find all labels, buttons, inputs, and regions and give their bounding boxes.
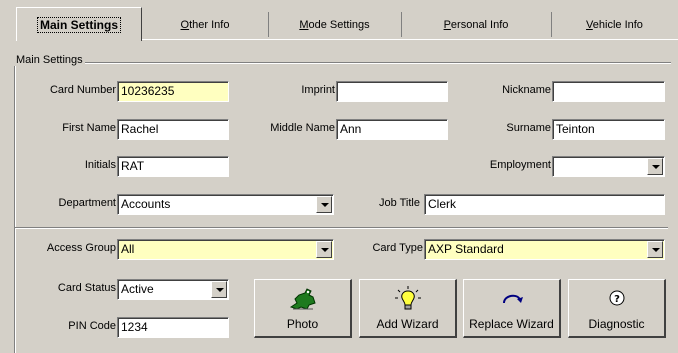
question-icon: ? <box>569 285 664 313</box>
access-group-label: Access Group <box>46 242 116 254</box>
card-status-select[interactable]: Active <box>117 279 229 300</box>
pin-code-label: PIN Code <box>68 320 116 332</box>
tab-personal-info[interactable]: Personal Info <box>401 10 551 40</box>
initials-field[interactable]: RAT <box>117 156 229 177</box>
tab-mode-settings[interactable]: Mode Settings <box>268 10 401 40</box>
first-name-field[interactable]: Rachel <box>117 119 229 140</box>
tab-label: Other Info <box>180 19 230 31</box>
department-label: Department <box>58 197 116 209</box>
lightbulb-icon <box>360 285 455 313</box>
tab-label: Main Settings <box>36 17 121 33</box>
initials-label: Initials <box>84 159 116 171</box>
access-group-select[interactable]: All <box>117 239 334 260</box>
group-title: Main Settings <box>14 54 85 66</box>
card-type-label: Card Type <box>372 242 423 254</box>
replace-wizard-button-label: Replace Wizard <box>469 317 554 331</box>
tab-mnemonic: V <box>586 19 593 31</box>
nickname-field[interactable] <box>552 81 665 102</box>
middle-name-field[interactable]: Ann <box>336 119 448 140</box>
tab-mnemonic: O <box>180 19 190 31</box>
tab-vehicle-info[interactable]: Vehicle Info <box>551 10 678 40</box>
tab-mnemonic: P <box>443 19 451 31</box>
chevron-down-icon[interactable] <box>647 241 663 258</box>
tab-label: Personal Info <box>443 19 509 31</box>
surname-label: Surname <box>506 122 551 134</box>
access-group-value: All <box>121 242 135 256</box>
job-title-field[interactable]: Clerk <box>424 194 665 215</box>
employment-label: Employment <box>489 159 551 171</box>
card-type-value: AXP Standard <box>428 242 504 256</box>
separator <box>15 227 668 229</box>
curved-arrow-icon <box>464 285 559 313</box>
middle-name-label: Middle Name <box>270 122 335 134</box>
tab-main-settings[interactable]: Main Settings <box>16 7 142 41</box>
photo-button[interactable]: Photo <box>254 279 352 338</box>
surname-field[interactable]: Teinton <box>552 119 665 140</box>
tab-other-info[interactable]: Other Info <box>142 10 268 40</box>
diagnostic-button[interactable]: ? Diagnostic <box>568 279 666 338</box>
imprint-label: Imprint <box>301 84 335 96</box>
tab-label: Mode Settings <box>299 19 370 31</box>
card-number-label: Card Number <box>49 84 116 96</box>
svg-text:?: ? <box>614 294 620 305</box>
imprint-field[interactable] <box>336 81 448 102</box>
card-type-select[interactable]: AXP Standard <box>424 239 665 260</box>
pin-code-field[interactable]: 1234 <box>117 317 229 338</box>
alligator-icon <box>255 285 350 313</box>
chevron-down-icon[interactable] <box>211 281 227 298</box>
nickname-label: Nickname <box>502 84 551 96</box>
replace-wizard-button[interactable]: Replace Wizard <box>463 279 561 338</box>
photo-button-label: Photo <box>286 317 319 331</box>
department-value: Accounts <box>121 197 171 211</box>
add-wizard-button-label: Add Wizard <box>376 317 439 331</box>
first-name-label: First Name <box>62 122 116 134</box>
chevron-down-icon[interactable] <box>316 241 332 258</box>
tab-mnemonic: M <box>299 19 309 31</box>
add-wizard-button[interactable]: Add Wizard <box>359 279 457 338</box>
card-status-value: Active <box>121 282 154 296</box>
tab-label: Vehicle Info <box>586 19 643 31</box>
job-title-label: Job Title <box>379 197 420 209</box>
chevron-down-icon[interactable] <box>647 158 663 175</box>
diagnostic-button-label: Diagnostic <box>588 317 645 331</box>
chevron-down-icon[interactable] <box>316 196 332 213</box>
card-status-label: Card Status <box>57 282 116 294</box>
card-number-field[interactable]: 10236235 <box>117 81 229 102</box>
employment-select[interactable] <box>552 156 665 177</box>
department-select[interactable]: Accounts <box>117 194 334 215</box>
